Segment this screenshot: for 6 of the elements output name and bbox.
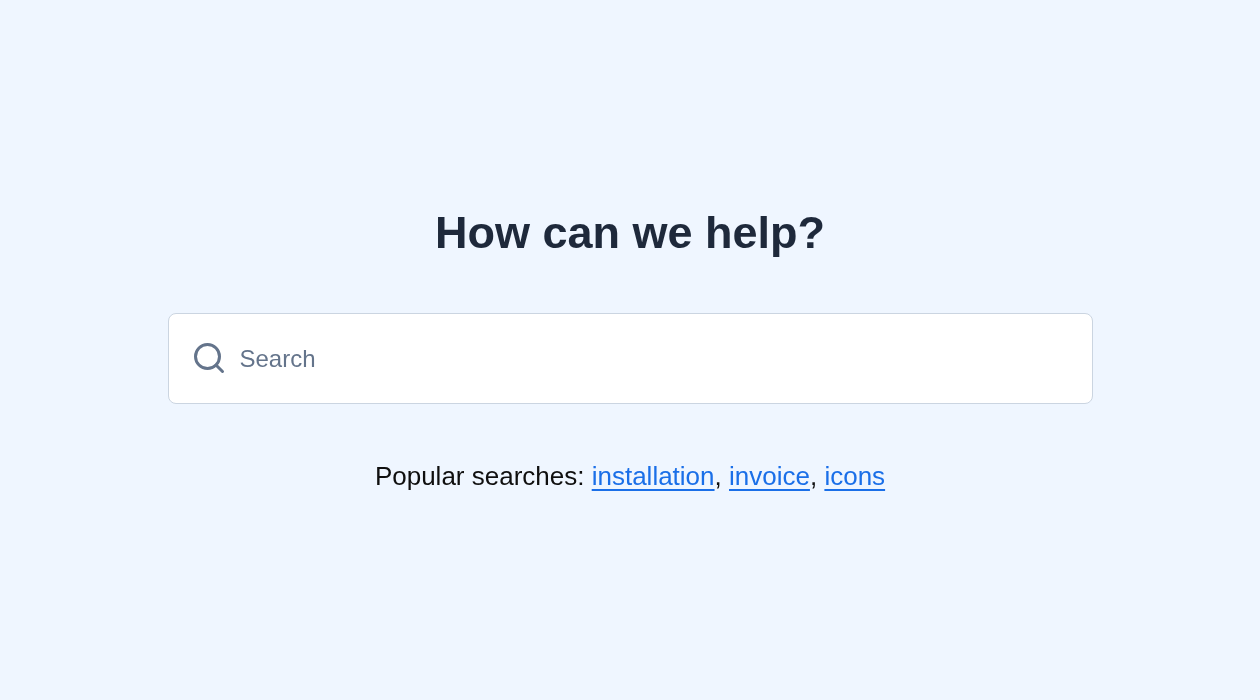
search-link[interactable]: installation <box>591 461 715 491</box>
popular-searches-text: Popular searches: installation, invoice, icons <box>374 461 886 491</box>
page-heading: How can we help? <box>434 208 826 258</box>
search-link[interactable]: icons <box>824 461 886 491</box>
search-field[interactable]: Search <box>167 313 1093 404</box>
search-link[interactable]: invoice <box>729 461 810 491</box>
